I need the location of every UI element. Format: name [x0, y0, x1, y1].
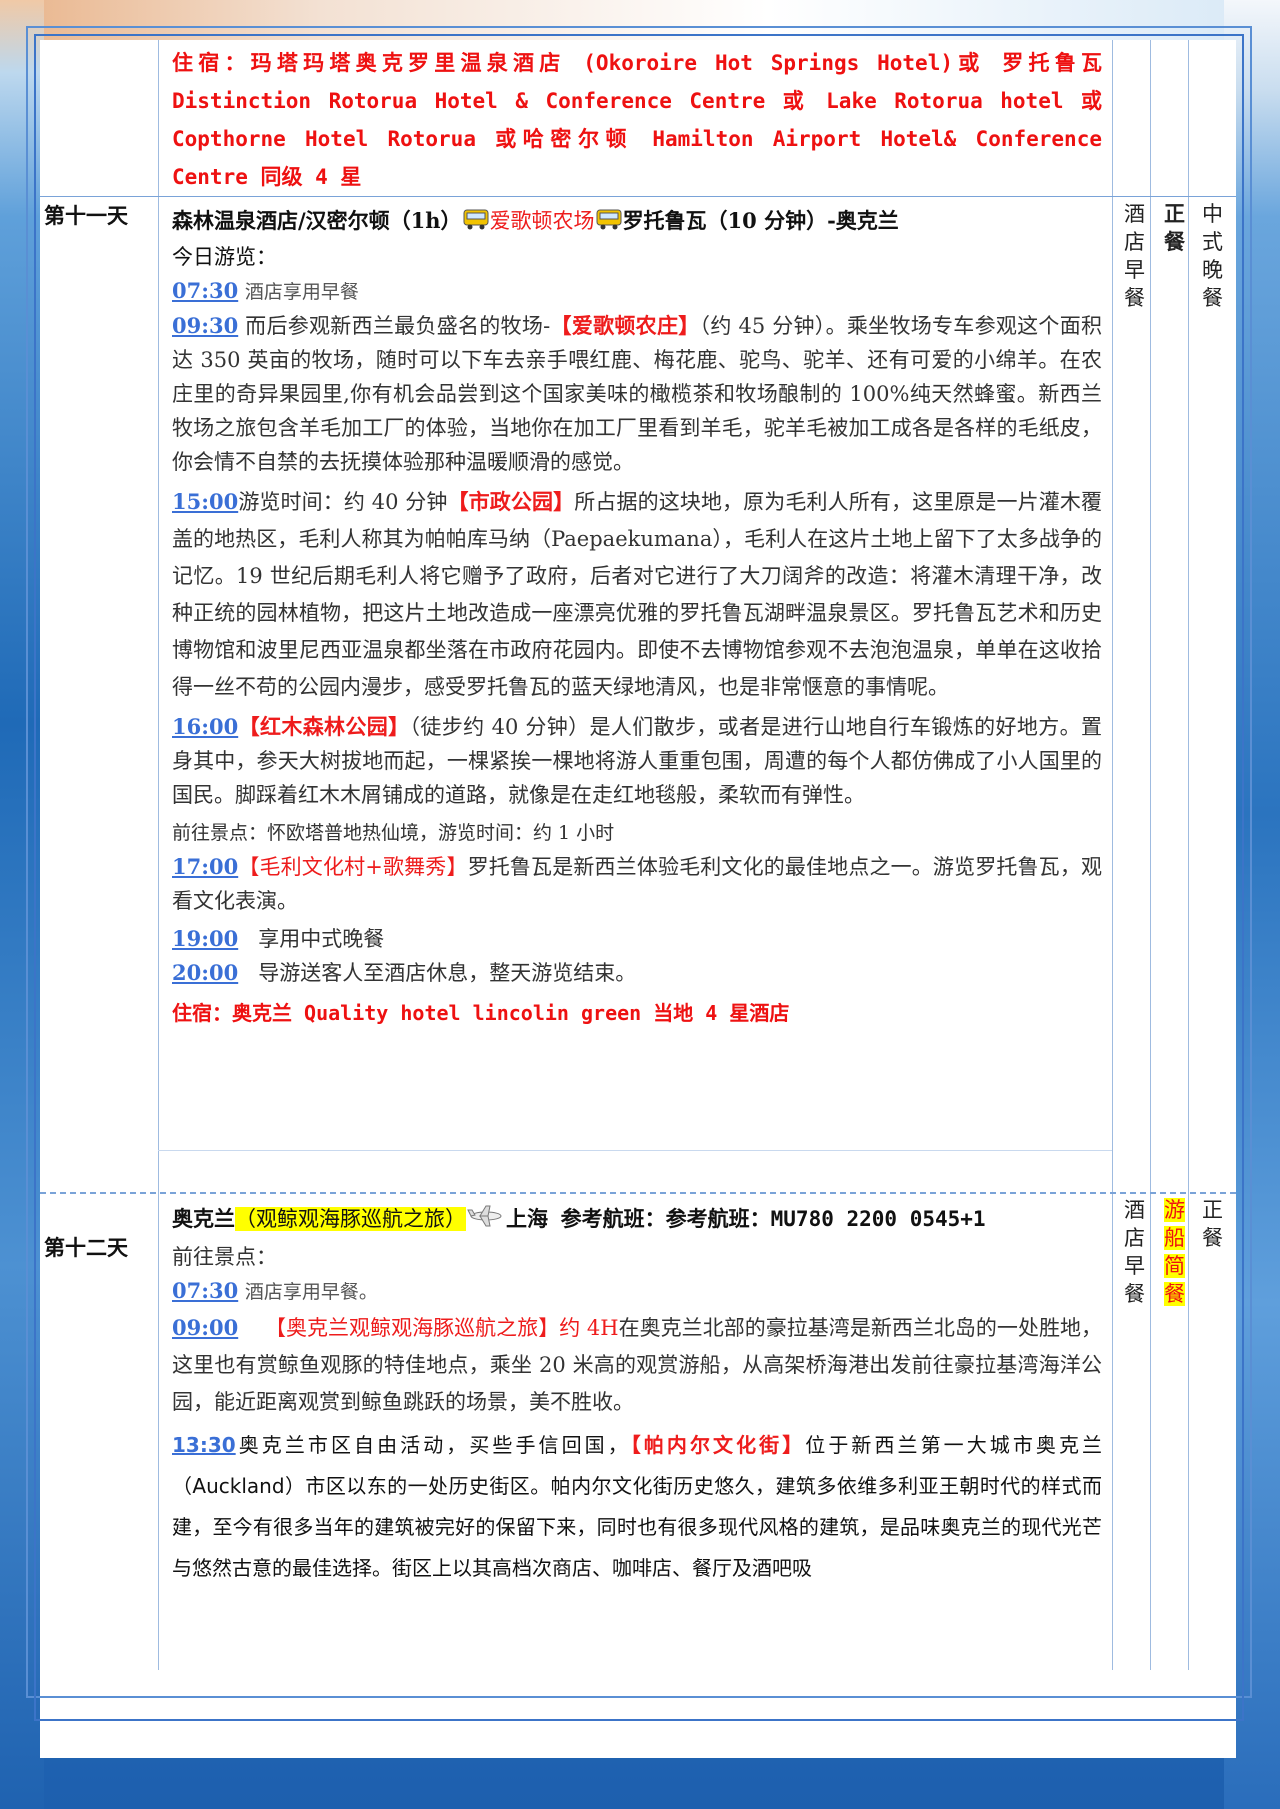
day-label: 第十二天 [44, 1236, 128, 1260]
airplane-icon [466, 1202, 506, 1240]
list-item: 16:00【红木森林公园】（徒步约 40 分钟）是人们散步，或者是进行山地自行车… [172, 713, 1102, 807]
list-item: 15:00游览时间：约 40 分钟【市政公园】所占据的这块地，原为毛利人所有，这… [172, 488, 1103, 699]
day11-breakfast: 酒店早餐 [1124, 202, 1145, 310]
list-item: 09:00 【奥克兰观鲸观海豚巡航之旅】约 4H在奥克兰北部的豪拉基湾是新西兰北… [172, 1314, 1103, 1414]
day-label: 第十一天 [44, 204, 128, 228]
day12-dinner: 正餐 [1202, 1198, 1223, 1250]
column-divider [1188, 40, 1189, 1670]
row-divider [40, 1192, 1236, 1194]
list-item: 20:00 导游送客人至酒店休息，整天游览结束。 [172, 959, 637, 985]
list-item: 前往景点：怀欧塔普地热仙境，游览时间：约 1 小时 [172, 821, 615, 844]
list-item: 07:30 酒店享用早餐 [172, 277, 359, 303]
bus-icon [595, 206, 623, 240]
bus-icon [462, 206, 490, 240]
column-divider [1112, 40, 1113, 1670]
background-sky [0, 0, 1280, 40]
day11-route: 森林温泉酒店/汉密尔顿（1h） 爱歌顿农场 罗托鲁瓦（10 分钟）-奥克兰 [172, 204, 1102, 240]
previous-day-hotel: 住宿：玛塔玛塔奥克罗里温泉酒店 (Okoroire Hot Springs Ho… [172, 44, 1102, 196]
day12-breakfast: 酒店早餐 [1124, 1198, 1145, 1306]
hotel-line: 住宿：玛塔玛塔奥克罗里温泉酒店 (Okoroire Hot Springs Ho… [172, 51, 1102, 189]
day11-lunch: 正餐 [1164, 201, 1185, 254]
list-item: 17:00【毛利文化村+歌舞秀】罗托鲁瓦是新西兰体验毛利文化的最佳地点之一。游览… [172, 853, 1102, 913]
day12-lunch: 游船简餐 [1164, 1198, 1185, 1306]
day12-route: 奥克兰（观鲸观海豚巡航之旅） 上海 参考航班：参考航班：MU780 2200 05… [172, 1200, 1102, 1240]
day11-content: 森林温泉酒店/汉密尔顿（1h） 爱歌顿农场 罗托鲁瓦（10 分钟）-奥克兰 今日游览… [172, 204, 1102, 1030]
list-item: 07:30 酒店享用早餐。 [172, 1277, 378, 1303]
day11-intro: 今日游览： [172, 244, 277, 269]
list-item: 13:30奥克兰市区自由活动，买些手信回国，【帕内尔文化街】位于新西兰第一大城市… [172, 1432, 1103, 1580]
list-item: 09:30 而后参观新西兰最负盛名的牧场-【爱歌顿农庄】（约 45 分钟）。乘坐… [172, 312, 1102, 474]
row-divider [40, 196, 1236, 197]
day11-hotel: 住宿：奥克兰 Quality hotel lincolin green 当地 4… [172, 1000, 790, 1025]
column-divider [158, 40, 159, 1670]
day12-intro: 前往景点： [172, 1244, 277, 1269]
background-sea-left [0, 0, 44, 1809]
row-divider [158, 1150, 1112, 1151]
day11-dinner: 中式晚餐 [1202, 202, 1223, 310]
day12-content: 奥克兰（观鲸观海豚巡航之旅） 上海 参考航班：参考航班：MU780 2200 05… [172, 1200, 1102, 1589]
list-item: 19:00 享用中式晚餐 [172, 925, 385, 951]
